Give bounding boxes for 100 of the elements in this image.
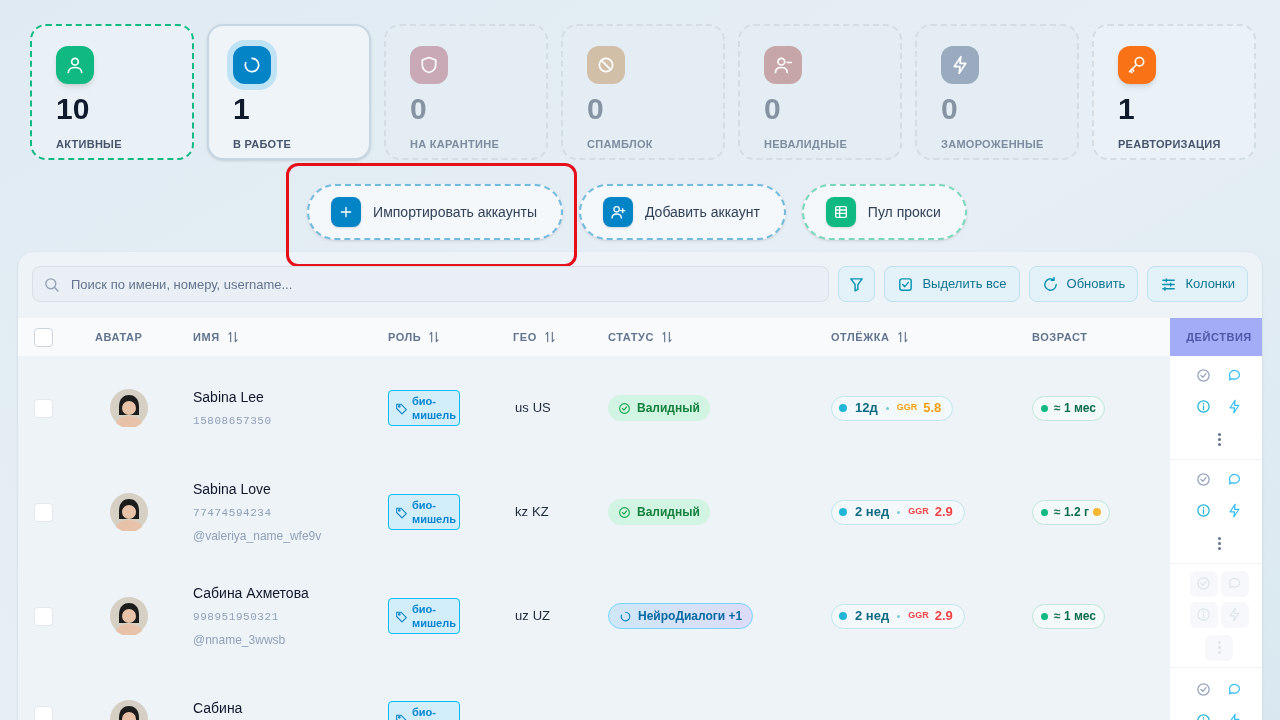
stat-count: 0 [764,92,782,126]
tag-icon [395,401,408,415]
column-header[interactable]: ГЕО [513,328,537,346]
sort-icon[interactable] [427,330,442,344]
account-age: ≈ 1 мес [1054,400,1096,417]
ggr-label: GGR [908,505,929,519]
chat-icon [1227,472,1242,487]
check-circle-icon [1196,368,1211,383]
country-code: uz [515,607,529,626]
account-age: ≈ 1 мес [1054,608,1096,625]
username: @nname_3wwsb [193,631,287,649]
chat-icon [1227,681,1242,697]
stat-card[interactable]: 0 СПАМБЛОК [561,24,725,160]
stat-card[interactable]: 0 НЕВАЛИДНЫЕ [738,24,902,160]
refresh-icon [1041,275,1059,293]
check-circle-icon [618,401,631,415]
avatar [110,597,148,635]
stat-count: 0 [587,92,605,126]
select-all-checkbox[interactable] [34,327,53,347]
search-field[interactable]: Поиск по имени, номеру, username... [32,266,830,302]
avatar [110,493,148,531]
stat-count: 0 [941,92,959,126]
rest-duration: 12д [855,399,878,418]
stat-label: НЕВАЛИДНЫЕ [764,137,848,152]
info-icon [1196,503,1211,518]
sort-icon[interactable] [895,330,910,344]
row-checkbox[interactable] [34,606,53,626]
key-icon [1127,55,1147,75]
toolbar-button[interactable]: Выделить все [884,266,1020,302]
account-name: Sabina Love [193,480,272,500]
row-checkbox[interactable] [34,706,53,720]
rest-duration: 2 нед [855,503,890,522]
check-circle-icon [618,505,631,519]
column-header[interactable]: ВОЗРАСТ [1032,328,1088,346]
lightning-icon [1227,503,1242,518]
toolbar-button[interactable]: Колонки [1147,266,1248,302]
role-tag: био-мишель [388,494,460,530]
ggr-value: 2.9 [934,607,953,626]
action-button[interactable]: Пул прокси [801,184,967,240]
stat-card[interactable]: 1 РЕАВТОРИЗАЦИЯ [1092,24,1256,160]
column-header[interactable]: ОТЛЁЖКА [831,328,890,346]
filter-icon [848,275,866,293]
status-badge: НейроДиалоги +1 [608,603,754,629]
row-checkbox[interactable] [34,398,53,418]
action-button[interactable]: Импортировать аккаунты [307,184,563,240]
stat-label: АКТИВНЫЕ [56,137,123,152]
lightning-icon [950,55,970,75]
stat-count: 10 [56,92,91,126]
column-header[interactable]: ИМЯ [193,328,220,346]
actions-column-header: ДЕЙСТВИЯ [1170,318,1262,356]
check-circle-icon [1196,472,1211,487]
user-minus-icon [773,55,793,75]
filter-button[interactable] [838,266,876,302]
tag-icon [395,609,408,623]
row-checkbox[interactable] [34,502,53,522]
spinner-icon [242,55,262,75]
check-circle-icon [1196,681,1211,697]
role-tag: био- [388,701,460,720]
column-header[interactable]: АВАТАР [95,328,143,346]
rest-duration: 2 нед [855,607,890,626]
lightning-icon [1227,399,1242,414]
stat-card[interactable]: 0 НА КАРАНТИНЕ [384,24,548,160]
stat-count: 1 [1118,92,1136,126]
sort-icon[interactable] [225,330,240,344]
account-name: Сабина Ахметова [193,584,310,604]
ggr-value: 2.9 [934,503,953,522]
search-icon [43,276,60,293]
phone-number: 998951950321 [193,610,280,626]
username: @valeriya_name_wfe9v [193,527,323,545]
stat-count: 0 [410,92,428,126]
stat-card[interactable]: 0 ЗАМОРОЖЕННЫЕ [915,24,1079,160]
stat-label: В РАБОТЕ [233,137,293,152]
ggr-label: GGR [908,609,929,623]
user-plus-icon [609,204,626,220]
stat-card[interactable]: 10 АКТИВНЫЕ [30,24,194,160]
stat-label: РЕАВТОРИЗАЦИЯ [1118,137,1222,152]
account-name: Sabina Lee [193,387,265,407]
status-badge: Валидный [608,395,710,421]
stat-label: НА КАРАНТИНЕ [410,137,501,152]
stat-label: СПАМБЛОК [587,137,654,152]
status-badge: Валидный [608,499,710,525]
account-name: Сабина [193,699,244,718]
action-button[interactable]: Добавить аккаунт [578,184,786,240]
table-icon [832,204,849,220]
country-code: kz [515,503,528,522]
sort-icon[interactable] [542,330,557,344]
ban-icon [596,55,616,75]
phone-number: 77474594234 [193,506,273,522]
stat-card[interactable]: 1 В РАБОТЕ [207,24,371,160]
account-age: ≈ 1.2 г [1054,504,1089,521]
sliders-icon [1160,275,1178,293]
shield-icon [419,55,439,75]
chat-icon [1227,368,1242,383]
sort-icon[interactable] [659,330,674,344]
toolbar-button[interactable]: Обновить [1028,266,1139,302]
stat-label: ЗАМОРОЖЕННЫЕ [941,137,1045,152]
ggr-value: 5.8 [923,399,942,418]
column-header[interactable]: СТАТУС [608,328,654,346]
country: UZ [532,607,551,626]
column-header[interactable]: РОЛЬ [388,328,422,346]
